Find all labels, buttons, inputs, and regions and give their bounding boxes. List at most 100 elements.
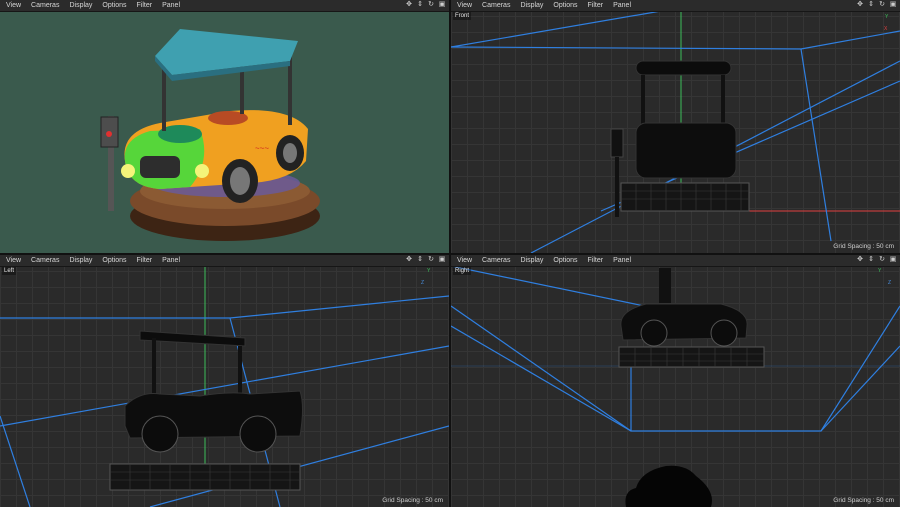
canopy-post-2 xyxy=(240,66,244,114)
axis-gizmo: Y Z xyxy=(421,268,435,288)
front-scene[interactable] xyxy=(451,11,900,253)
axis-z-label: Z xyxy=(888,280,892,286)
maximize-icon[interactable]: ▣ xyxy=(438,1,446,9)
move-icon[interactable]: ✥ xyxy=(856,256,864,264)
perspective-scene[interactable]: ~~~ xyxy=(0,11,449,253)
wire-platform xyxy=(620,182,750,212)
wire-post xyxy=(659,268,671,303)
menu-panel[interactable]: Panel xyxy=(157,0,185,11)
grid-spacing-label: Grid Spacing : 50 cm xyxy=(382,497,443,504)
axis-gizmo: Y Z xyxy=(878,268,896,288)
move-icon[interactable]: ✥ xyxy=(405,1,413,9)
wire-platform xyxy=(618,346,765,368)
left-viewport[interactable]: View Cameras Display Options Filter Pane… xyxy=(0,255,449,507)
menu-filter[interactable]: Filter xyxy=(132,255,158,266)
coin-box-light xyxy=(106,131,112,137)
bounds-line-1 xyxy=(451,30,900,50)
zoom-icon[interactable]: ⇕ xyxy=(416,256,424,264)
wire-coin-box xyxy=(610,128,624,158)
bounds-line-2 xyxy=(451,325,632,432)
dark-mesh-object xyxy=(625,465,712,507)
rotate-icon[interactable]: ↻ xyxy=(427,256,435,264)
maximize-icon[interactable]: ▣ xyxy=(438,256,446,264)
wire-front-wheel xyxy=(640,319,668,347)
axis-y-label: Y xyxy=(878,268,882,274)
maximize-icon[interactable]: ▣ xyxy=(889,1,897,9)
menu-display[interactable]: Display xyxy=(64,255,97,266)
rotate-icon[interactable]: ↻ xyxy=(878,256,886,264)
wire-canopy xyxy=(635,60,732,76)
menu-panel[interactable]: Panel xyxy=(608,255,636,266)
menu-cameras[interactable]: Cameras xyxy=(26,255,64,266)
axis-x-label: X xyxy=(884,26,888,32)
menu-cameras[interactable]: Cameras xyxy=(477,0,515,11)
menu-filter[interactable]: Filter xyxy=(583,0,609,11)
wire-rear-wheel xyxy=(239,415,277,453)
menu-view[interactable]: View xyxy=(0,0,26,11)
left-scene[interactable] xyxy=(0,266,449,507)
viewport-name: Right xyxy=(453,267,472,275)
menu-panel[interactable]: Panel xyxy=(157,255,185,266)
bounds-line-1 xyxy=(0,295,449,319)
bounds-line-4 xyxy=(820,345,900,432)
menu-display[interactable]: Display xyxy=(515,255,548,266)
viewport-menubar: View Cameras Display Options Filter Pane… xyxy=(451,255,900,267)
menu-options[interactable]: Options xyxy=(97,255,131,266)
axis-gizmo: Y X xyxy=(880,14,894,32)
bounds-line-3 xyxy=(800,48,832,242)
perspective-viewport[interactable]: View Cameras Display Options Filter Pane… xyxy=(0,0,449,253)
wire-coin-pole xyxy=(615,157,619,217)
front-wheel-hub xyxy=(230,167,250,195)
viewport-menubar: View Cameras Display Options Filter Pane… xyxy=(451,0,900,12)
front-viewport[interactable]: View Cameras Display Options Filter Pane… xyxy=(451,0,900,253)
canopy-post-1 xyxy=(162,66,166,131)
move-icon[interactable]: ✥ xyxy=(405,256,413,264)
menu-options[interactable]: Options xyxy=(548,255,582,266)
rotate-icon[interactable]: ↻ xyxy=(427,1,435,9)
car-canopy xyxy=(155,29,298,75)
headlight-right xyxy=(195,164,209,178)
rotate-icon[interactable]: ↻ xyxy=(878,1,886,9)
bounds-line-2 xyxy=(451,11,662,48)
bounds-line-5 xyxy=(0,415,31,507)
menu-filter[interactable]: Filter xyxy=(583,255,609,266)
menu-options[interactable]: Options xyxy=(97,0,131,11)
viewport-name: Front xyxy=(453,12,472,20)
viewport-menubar: View Cameras Display Options Filter Pane… xyxy=(0,0,449,12)
menu-view[interactable]: View xyxy=(451,255,477,266)
menu-display[interactable]: Display xyxy=(515,0,548,11)
wire-post-front xyxy=(152,338,156,398)
wire-post-left xyxy=(641,75,645,125)
right-scene[interactable] xyxy=(451,266,900,507)
grid-spacing-label: Grid Spacing : 50 cm xyxy=(833,243,894,250)
grid-spacing-label: Grid Spacing : 50 cm xyxy=(833,497,894,504)
menu-filter[interactable]: Filter xyxy=(132,0,158,11)
zoom-icon[interactable]: ⇕ xyxy=(867,1,875,9)
headlight-left xyxy=(121,164,135,178)
wire-post-right xyxy=(721,75,725,125)
car-grille xyxy=(140,156,180,178)
menu-view[interactable]: View xyxy=(0,255,26,266)
axis-z-label: Z xyxy=(421,280,425,286)
right-viewport[interactable]: View Cameras Display Options Filter Pane… xyxy=(451,255,900,507)
menu-cameras[interactable]: Cameras xyxy=(477,255,515,266)
zoom-icon[interactable]: ⇕ xyxy=(416,1,424,9)
axis-y-label: Y xyxy=(885,14,889,20)
maximize-icon[interactable]: ▣ xyxy=(889,256,897,264)
wire-car-body xyxy=(635,122,737,179)
rear-wheel-hub xyxy=(283,143,297,163)
wire-rear-wheel xyxy=(710,319,738,347)
zoom-icon[interactable]: ⇕ xyxy=(867,256,875,264)
viewport-name: Left xyxy=(2,267,17,275)
menu-options[interactable]: Options xyxy=(548,0,582,11)
axis-y-label: Y xyxy=(427,268,431,274)
viewport-menubar: View Cameras Display Options Filter Pane… xyxy=(0,255,449,267)
wire-front-wheel xyxy=(141,415,179,453)
menu-view[interactable]: View xyxy=(451,0,477,11)
car-side-decal: ~~~ xyxy=(255,144,269,153)
menu-display[interactable]: Display xyxy=(64,0,97,11)
menu-cameras[interactable]: Cameras xyxy=(26,0,64,11)
wire-platform xyxy=(109,463,301,491)
move-icon[interactable]: ✥ xyxy=(856,1,864,9)
menu-panel[interactable]: Panel xyxy=(608,0,636,11)
